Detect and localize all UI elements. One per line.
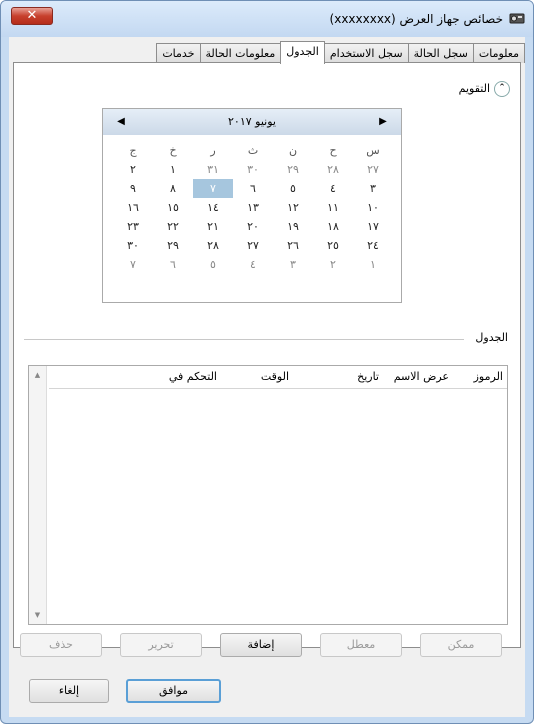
calendar-day[interactable]: ٢ xyxy=(113,160,153,179)
enable-button[interactable]: ممكن xyxy=(420,633,502,657)
calendar-week-row: ١٠ ١١ ١٢ ١٣ ١٤ ١٥ ١٦ xyxy=(113,198,393,217)
calendar-day-name: خ xyxy=(169,144,177,157)
calendar-day[interactable]: ١٧ xyxy=(353,217,393,236)
tab-usage-log[interactable]: سجل الاستخدام xyxy=(323,43,409,63)
calendar-day[interactable]: ٢٠ xyxy=(233,217,273,236)
calendar-day[interactable]: ١٣ xyxy=(233,198,273,217)
schedule-list[interactable]: ▲ ▼ الرموز عرض الاسم تاريخ الوقت التحكم … xyxy=(28,365,508,625)
close-icon: ✕ xyxy=(26,8,38,23)
calendar-section-toggle[interactable]: ⌃ التقويم xyxy=(459,81,510,97)
calendar-day-name: ث xyxy=(247,144,259,157)
next-month-icon[interactable]: ▶ xyxy=(373,114,393,130)
month-calendar[interactable]: ◀ يونيو ٢٠١٧ ▶ س ح ن ث ر خ ج ٢٧ ٢٨ ٢٩ ٣٠ ٣١ ١ ٢ ٣ ٤ ٥ ٦ ٧ ٨… xyxy=(102,108,402,303)
calendar-day[interactable]: ١٤ xyxy=(193,198,233,217)
calendar-day-name: ح xyxy=(329,144,337,157)
calendar-day[interactable]: ٢٧ xyxy=(233,236,273,255)
scroll-down-icon[interactable]: ▼ xyxy=(29,608,46,622)
vertical-scrollbar[interactable]: ▲ ▼ xyxy=(29,366,47,624)
calendar-day[interactable]: ١٠ xyxy=(353,198,393,217)
calendar-day[interactable]: ٢٩ xyxy=(153,236,193,255)
calendar-day[interactable]: ١٨ xyxy=(313,217,353,236)
calendar-day[interactable]: ٢٨ xyxy=(313,160,353,179)
tab-strip: معلومات سجل الحالة سجل الاستخدام الجدول … xyxy=(156,41,525,64)
column-header-display-name[interactable]: عرض الاسم xyxy=(394,370,449,383)
tab-schedule[interactable]: الجدول xyxy=(280,41,325,64)
calendar-day-name: ج xyxy=(129,144,137,157)
calendar-day-name: س xyxy=(366,144,380,157)
calendar-day[interactable]: ٢٤ xyxy=(353,236,393,255)
column-header-icons[interactable]: الرموز xyxy=(474,370,503,383)
column-header-time[interactable]: الوقت xyxy=(261,370,289,383)
calendar-day-names-row: سحنثرخج xyxy=(113,141,393,160)
calendar-day[interactable]: ١٥ xyxy=(153,198,193,217)
schedule-list-header: الرموز عرض الاسم تاريخ الوقت التحكم في xyxy=(49,366,507,389)
tab-status-info[interactable]: معلومات الحالة xyxy=(199,43,282,63)
add-button[interactable]: إضافة xyxy=(220,633,302,657)
calendar-day[interactable]: ٧ xyxy=(113,255,153,274)
calendar-week-row: ١٧ ١٨ ١٩ ٢٠ ٢١ ٢٢ ٢٣ xyxy=(113,217,393,236)
schedule-panel: ⌃التقويم ◀ يونيو ٢٠١٧ ▶ س ح ن ث ر خ ج ٢٧ ٢٨ ٢٩ ٣٠ ٣… xyxy=(13,62,521,657)
schedule-divider xyxy=(24,339,464,340)
ok-button[interactable]: موافق xyxy=(126,679,221,703)
calendar-week-row: ١٢٣٤٥٦٧ xyxy=(113,255,393,274)
disable-button[interactable]: معطل xyxy=(320,633,402,657)
calendar-day[interactable]: ١٦ xyxy=(113,198,153,217)
column-header-date[interactable]: تاريخ xyxy=(357,370,379,383)
calendar-week-row: ٢٤ ٢٥ ٢٦ ٢٧ ٢٨ ٢٩ ٣٠ xyxy=(113,236,393,255)
scroll-up-icon[interactable]: ▲ xyxy=(29,368,46,382)
schedule-section-label: الجدول xyxy=(475,331,508,344)
calendar-day[interactable]: ٢٩ xyxy=(273,160,313,179)
collapse-icon[interactable]: ⌃ xyxy=(494,81,510,97)
tab-services[interactable]: خدمات xyxy=(156,43,201,63)
calendar-day[interactable]: ٧ xyxy=(193,179,233,198)
calendar-day[interactable]: ٢٦ xyxy=(273,236,313,255)
title-bar[interactable]: خصائص جهاز العرض (xxxxxxxx) ✕ xyxy=(1,1,533,37)
calendar-day[interactable]: ٦ xyxy=(233,179,273,198)
calendar-day[interactable]: ٣ xyxy=(273,255,313,274)
calendar-section-label: التقويم xyxy=(458,82,490,95)
calendar-day[interactable]: ٣٠ xyxy=(113,236,153,255)
projector-icon xyxy=(509,13,525,24)
calendar-day[interactable]: ٢٥ xyxy=(313,236,353,255)
calendar-day[interactable]: ٢٢ xyxy=(153,217,193,236)
calendar-day[interactable]: ٤ xyxy=(233,255,273,274)
calendar-day[interactable]: ٤ xyxy=(313,179,353,198)
calendar-day[interactable]: ١٩ xyxy=(273,217,313,236)
calendar-day-name: ن xyxy=(288,144,298,157)
calendar-week-row: ٣٤٥٦٧٨٩ xyxy=(113,179,393,198)
calendar-day[interactable]: ٣ xyxy=(353,179,393,198)
edit-button[interactable]: تحرير xyxy=(120,633,202,657)
delete-button[interactable]: حذف xyxy=(20,633,102,657)
column-header-control[interactable]: التحكم في xyxy=(169,370,217,383)
window-title: خصائص جهاز العرض (xxxxxxxx) xyxy=(329,12,503,26)
calendar-day[interactable]: ٥ xyxy=(273,179,313,198)
tab-status-log[interactable]: سجل الحالة xyxy=(407,43,474,63)
tab-info[interactable]: معلومات xyxy=(472,43,525,63)
calendar-day[interactable]: ١ xyxy=(353,255,393,274)
calendar-day[interactable]: ٢٨ xyxy=(193,236,233,255)
calendar-day[interactable]: ٩ xyxy=(113,179,153,198)
calendar-day[interactable]: ٢٧ xyxy=(353,160,393,179)
calendar-days-grid: س ح ن ث ر خ ج ٢٧ ٢٨ ٢٩ ٣٠ ٣١ ١ ٢ ٣ ٤ ٥ ٦ ٧ ٨ ٩ ١٠ ١١ ١٢ ١٣ ١٤ ١٥ ١٦… xyxy=(113,141,393,274)
calendar-day[interactable]: ٢ xyxy=(313,255,353,274)
calendar-day[interactable]: ٦ xyxy=(153,255,193,274)
calendar-day[interactable]: ٥ xyxy=(193,255,233,274)
cancel-button[interactable]: إلغاء xyxy=(29,679,109,703)
calendar-day[interactable]: ٢٣ xyxy=(113,217,153,236)
calendar-day[interactable]: ٣٠ xyxy=(233,160,273,179)
dialog-client-area: معلومات سجل الحالة سجل الاستخدام الجدول … xyxy=(9,37,525,717)
calendar-day[interactable]: ١٢ xyxy=(273,198,313,217)
calendar-day[interactable]: ١١ xyxy=(313,198,353,217)
calendar-month-title[interactable]: يونيو ٢٠١٧ xyxy=(103,115,401,128)
calendar-day[interactable]: ٢١ xyxy=(193,217,233,236)
calendar-day-name: ر xyxy=(210,144,216,157)
calendar-day[interactable]: ٨ xyxy=(153,179,193,198)
calendar-day[interactable]: ٣١ xyxy=(193,160,233,179)
calendar-day[interactable]: ١ xyxy=(153,160,193,179)
close-button[interactable]: ✕ xyxy=(11,7,53,25)
calendar-week-row: ٢٧ ٢٨ ٢٩ ٣٠ ٣١ ١ ٢ xyxy=(113,160,393,179)
properties-window: خصائص جهاز العرض (xxxxxxxx) ✕ معلومات سج… xyxy=(0,0,534,724)
calendar-header: ◀ يونيو ٢٠١٧ ▶ xyxy=(103,109,401,135)
